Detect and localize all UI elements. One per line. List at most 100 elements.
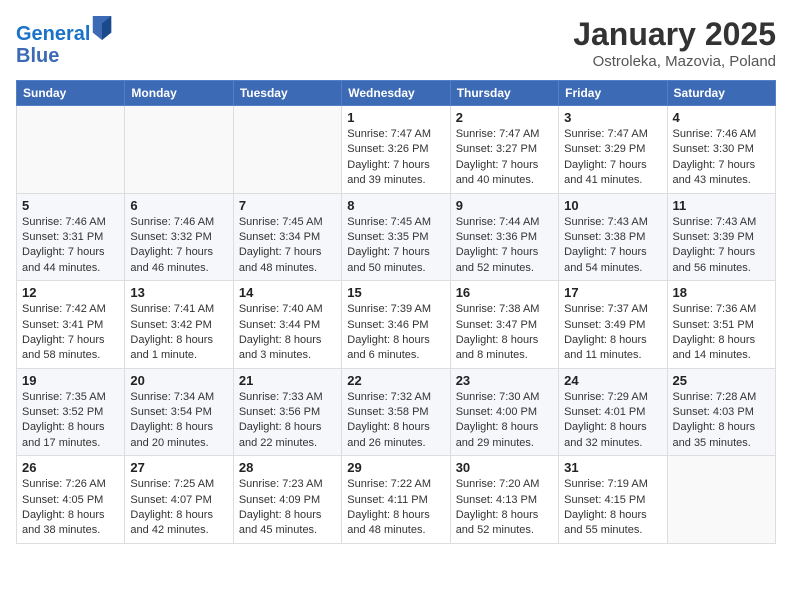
day-info: Sunrise: 7:22 AM Sunset: 4:11 PM Dayligh… (347, 477, 444, 539)
day-number: 26 (22, 460, 119, 475)
day-info: Sunrise: 7:45 AM Sunset: 3:35 PM Dayligh… (347, 215, 444, 277)
calendar-cell: 15Sunrise: 7:39 AM Sunset: 3:46 PM Dayli… (342, 281, 450, 369)
day-number: 27 (130, 460, 227, 475)
calendar-header-wednesday: Wednesday (342, 81, 450, 106)
day-info: Sunrise: 7:42 AM Sunset: 3:41 PM Dayligh… (22, 302, 119, 364)
calendar-week-4: 19 Sunrise: 7:35 AM Sunset: 3:52 PM Dayli… (17, 368, 776, 456)
calendar-header-tuesday: Tuesday (233, 81, 341, 106)
day-number: 6 (130, 198, 227, 213)
calendar-header-monday: Monday (125, 81, 233, 106)
calendar-cell: 14 Sunrise: 7:40 AM Sunset: 3:44 PM Dayli… (233, 281, 341, 369)
calendar-cell: 16 Sunrise: 7:38 AM Sunset: 3:47 PM Dayli… (450, 281, 558, 369)
logo: General Blue (16, 16, 112, 67)
calendar-table: SundayMondayTuesdayWednesdayThursdayFrid… (16, 80, 776, 544)
calendar-body: 1Sunrise: 7:47 AM Sunset: 3:26 PM Daylig… (17, 106, 776, 544)
day-number: 30 (456, 460, 553, 475)
day-number: 28 (239, 460, 336, 475)
day-number: 8 (347, 198, 444, 213)
day-info: Sunrise: 7:41 AM Sunset: 3:42 PM Dayligh… (130, 302, 227, 364)
month-title: January 2025 (573, 16, 776, 53)
calendar-cell: 7 Sunrise: 7:45 AM Sunset: 3:34 PM Daylig… (233, 193, 341, 281)
day-info: Sunrise: 7:47 AM Sunset: 3:27 PM Dayligh… (456, 127, 553, 189)
calendar-cell: 9Sunrise: 7:44 AM Sunset: 3:36 PM Daylig… (450, 193, 558, 281)
day-number: 2 (456, 110, 553, 125)
day-number: 16 (456, 285, 553, 300)
day-number: 21 (239, 373, 336, 388)
day-number: 24 (564, 373, 661, 388)
calendar-cell: 24 Sunrise: 7:29 AM Sunset: 4:01 PM Dayli… (559, 368, 667, 456)
calendar-header-row: SundayMondayTuesdayWednesdayThursdayFrid… (17, 81, 776, 106)
day-info: Sunrise: 7:46 AM Sunset: 3:32 PM Dayligh… (130, 215, 227, 277)
calendar-cell: 13Sunrise: 7:41 AM Sunset: 3:42 PM Dayli… (125, 281, 233, 369)
day-info: Sunrise: 7:25 AM Sunset: 4:07 PM Dayligh… (130, 477, 227, 539)
day-info: Sunrise: 7:40 AM Sunset: 3:44 PM Dayligh… (239, 302, 336, 364)
day-number: 23 (456, 373, 553, 388)
logo-general: General (16, 23, 90, 45)
day-info: Sunrise: 7:35 AM Sunset: 3:52 PM Dayligh… (22, 390, 119, 452)
day-number: 14 (239, 285, 336, 300)
day-info: Sunrise: 7:44 AM Sunset: 3:36 PM Dayligh… (456, 215, 553, 277)
day-info: Sunrise: 7:47 AM Sunset: 3:29 PM Dayligh… (564, 127, 661, 189)
calendar-cell: 2 Sunrise: 7:47 AM Sunset: 3:27 PM Daylig… (450, 106, 558, 194)
calendar-cell (125, 106, 233, 194)
calendar-cell (667, 456, 775, 544)
day-info: Sunrise: 7:47 AM Sunset: 3:26 PM Dayligh… (347, 127, 444, 189)
calendar-cell: 23 Sunrise: 7:30 AM Sunset: 4:00 PM Dayli… (450, 368, 558, 456)
day-info: Sunrise: 7:43 AM Sunset: 3:39 PM Dayligh… (673, 215, 770, 277)
day-info: Sunrise: 7:37 AM Sunset: 3:49 PM Dayligh… (564, 302, 661, 364)
logo-text: General Blue (16, 16, 112, 67)
calendar-cell: 29 Sunrise: 7:22 AM Sunset: 4:11 PM Dayli… (342, 456, 450, 544)
calendar-cell: 5 Sunrise: 7:46 AM Sunset: 3:31 PM Daylig… (17, 193, 125, 281)
day-number: 29 (347, 460, 444, 475)
day-number: 3 (564, 110, 661, 125)
day-number: 25 (673, 373, 770, 388)
day-info: Sunrise: 7:28 AM Sunset: 4:03 PM Dayligh… (673, 390, 770, 452)
calendar-cell (233, 106, 341, 194)
calendar-cell: 28 Sunrise: 7:23 AM Sunset: 4:09 PM Dayli… (233, 456, 341, 544)
calendar-cell: 8 Sunrise: 7:45 AM Sunset: 3:35 PM Daylig… (342, 193, 450, 281)
day-info: Sunrise: 7:26 AM Sunset: 4:05 PM Dayligh… (22, 477, 119, 539)
day-number: 4 (673, 110, 770, 125)
calendar-cell: 18Sunrise: 7:36 AM Sunset: 3:51 PM Dayli… (667, 281, 775, 369)
day-number: 19 (22, 373, 119, 388)
day-number: 12 (22, 285, 119, 300)
calendar-cell: 3 Sunrise: 7:47 AM Sunset: 3:29 PM Daylig… (559, 106, 667, 194)
calendar-header-thursday: Thursday (450, 81, 558, 106)
day-info: Sunrise: 7:46 AM Sunset: 3:31 PM Dayligh… (22, 215, 119, 277)
calendar-cell: 4 Sunrise: 7:46 AM Sunset: 3:30 PM Daylig… (667, 106, 775, 194)
calendar-cell: 22Sunrise: 7:32 AM Sunset: 3:58 PM Dayli… (342, 368, 450, 456)
day-number: 18 (673, 285, 770, 300)
day-info: Sunrise: 7:46 AM Sunset: 3:30 PM Dayligh… (673, 127, 770, 189)
day-info: Sunrise: 7:29 AM Sunset: 4:01 PM Dayligh… (564, 390, 661, 452)
page-header: General Blue January 2025 Ostroleka, Maz… (16, 16, 776, 70)
day-number: 15 (347, 285, 444, 300)
calendar-cell: 1Sunrise: 7:47 AM Sunset: 3:26 PM Daylig… (342, 106, 450, 194)
day-info: Sunrise: 7:45 AM Sunset: 3:34 PM Dayligh… (239, 215, 336, 277)
calendar-cell: 19 Sunrise: 7:35 AM Sunset: 3:52 PM Dayli… (17, 368, 125, 456)
day-info: Sunrise: 7:43 AM Sunset: 3:38 PM Dayligh… (564, 215, 661, 277)
calendar-cell: 6 Sunrise: 7:46 AM Sunset: 3:32 PM Daylig… (125, 193, 233, 281)
calendar-cell: 25 Sunrise: 7:28 AM Sunset: 4:03 PM Dayli… (667, 368, 775, 456)
calendar-cell: 12 Sunrise: 7:42 AM Sunset: 3:41 PM Dayli… (17, 281, 125, 369)
day-number: 20 (130, 373, 227, 388)
calendar-header-friday: Friday (559, 81, 667, 106)
day-number: 7 (239, 198, 336, 213)
calendar-week-2: 5 Sunrise: 7:46 AM Sunset: 3:31 PM Daylig… (17, 193, 776, 281)
day-number: 10 (564, 198, 661, 213)
calendar-cell: 11 Sunrise: 7:43 AM Sunset: 3:39 PM Dayli… (667, 193, 775, 281)
logo-icon (92, 16, 112, 40)
location-subtitle: Ostroleka, Mazovia, Poland (573, 53, 776, 70)
day-info: Sunrise: 7:38 AM Sunset: 3:47 PM Dayligh… (456, 302, 553, 364)
day-number: 11 (673, 198, 770, 213)
day-info: Sunrise: 7:19 AM Sunset: 4:15 PM Dayligh… (564, 477, 661, 539)
day-info: Sunrise: 7:33 AM Sunset: 3:56 PM Dayligh… (239, 390, 336, 452)
day-info: Sunrise: 7:23 AM Sunset: 4:09 PM Dayligh… (239, 477, 336, 539)
day-info: Sunrise: 7:20 AM Sunset: 4:13 PM Dayligh… (456, 477, 553, 539)
day-info: Sunrise: 7:34 AM Sunset: 3:54 PM Dayligh… (130, 390, 227, 452)
day-number: 5 (22, 198, 119, 213)
calendar-cell: 26 Sunrise: 7:26 AM Sunset: 4:05 PM Dayli… (17, 456, 125, 544)
calendar-cell: 30 Sunrise: 7:20 AM Sunset: 4:13 PM Dayli… (450, 456, 558, 544)
calendar-header-saturday: Saturday (667, 81, 775, 106)
logo-blue: Blue (16, 45, 59, 67)
day-info: Sunrise: 7:30 AM Sunset: 4:00 PM Dayligh… (456, 390, 553, 452)
